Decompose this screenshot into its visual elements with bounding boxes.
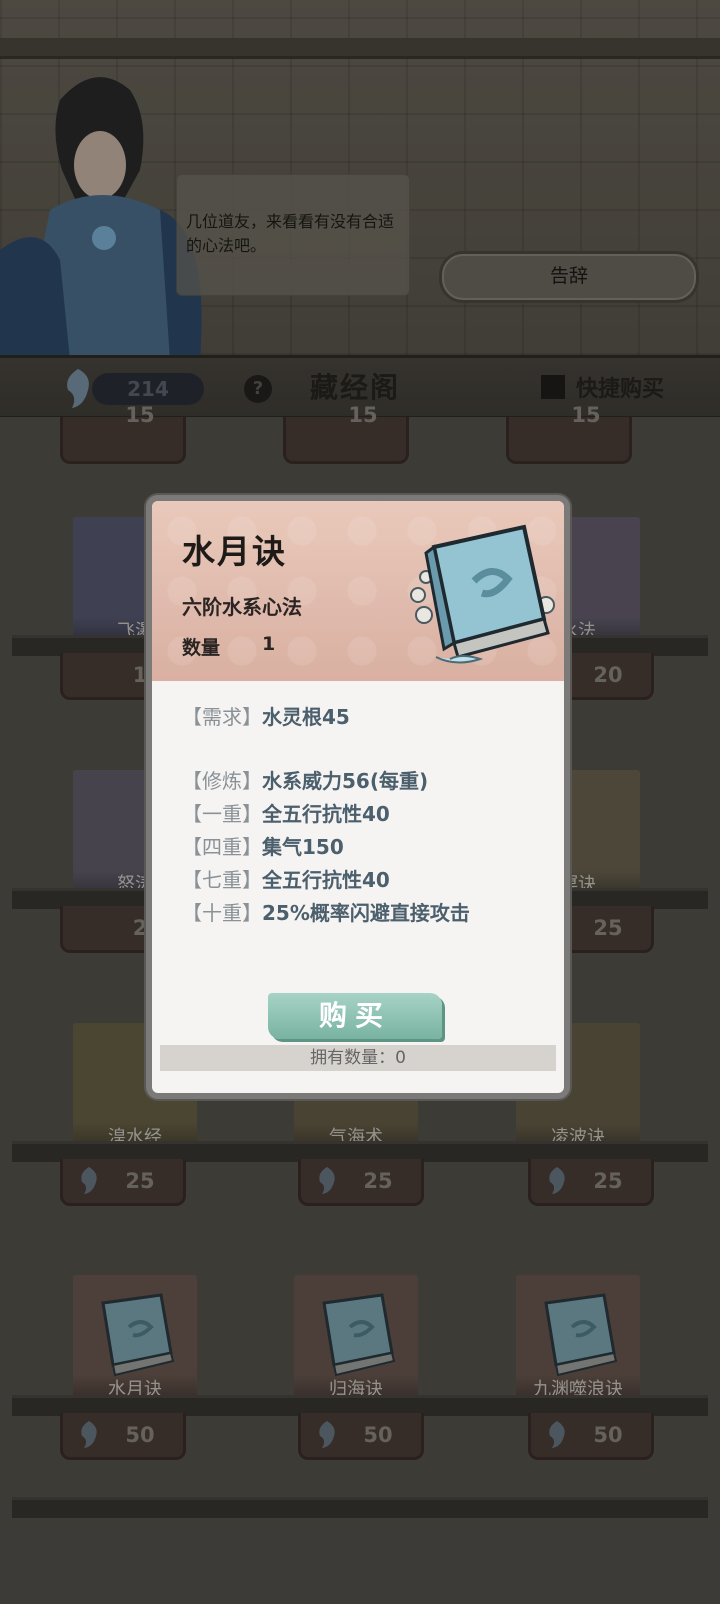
stage-tag: 【十重】	[182, 901, 262, 925]
stage-value: 25%概率闪避直接攻击	[262, 901, 470, 925]
cultivation-line: 【修炼】水系威力56(每重)	[182, 765, 428, 794]
stage-tag: 【一重】	[182, 802, 262, 826]
stage-value: 水系威力56(每重)	[262, 769, 429, 793]
owned-count: 拥有数量：0	[160, 1045, 556, 1071]
quantity-label: 数量	[182, 637, 221, 659]
stage-line: 【十重】25%概率闪避直接攻击	[182, 897, 470, 926]
stage-line: 【一重】全五行抗性40	[182, 798, 390, 827]
stage-tag: 【修炼】	[182, 769, 262, 793]
skill-type: 六阶水系心法	[182, 595, 302, 619]
requirement-tag: 【需求】	[182, 705, 262, 729]
skill-title: 水月诀	[182, 532, 287, 571]
requirement-line: 【需求】水灵根45	[182, 701, 350, 730]
quantity-value: 1	[262, 633, 276, 655]
stage-tag: 【七重】	[182, 868, 262, 892]
buy-button[interactable]: 购买	[268, 993, 442, 1039]
requirement-value: 水灵根45	[262, 705, 350, 729]
stage-line: 【七重】全五行抗性40	[182, 864, 390, 893]
stage-value: 全五行抗性40	[262, 802, 390, 826]
item-detail-modal: 水月诀 六阶水系心法 数量 1 【需求】水灵根45 【修炼】水系威力56(每重)…	[146, 495, 570, 1099]
stage-line: 【四重】集气150	[182, 831, 344, 860]
stage-value: 集气150	[262, 835, 344, 859]
stage-tag: 【四重】	[182, 835, 262, 859]
stage-value: 全五行抗性40	[262, 868, 390, 892]
water-book-icon	[410, 524, 555, 664]
modal-header: 水月诀 六阶水系心法 数量 1	[152, 501, 564, 681]
